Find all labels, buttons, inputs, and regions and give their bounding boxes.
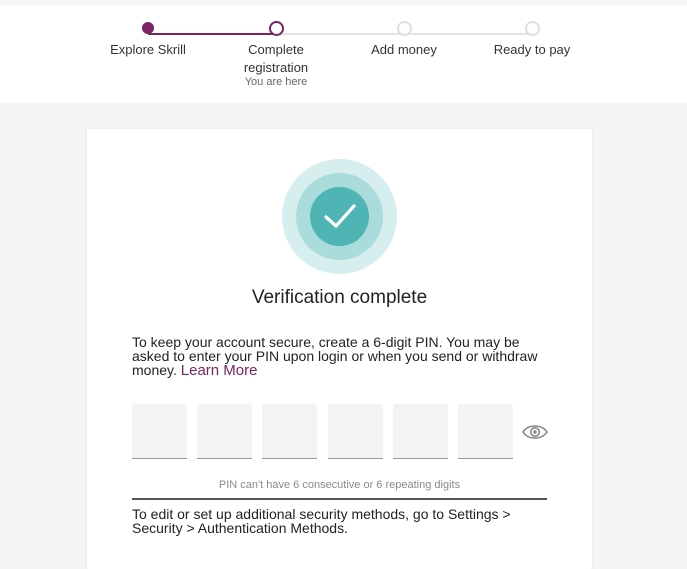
learn-more-link[interactable]: Learn More xyxy=(181,362,258,379)
pin-hint: PIN can't have 6 consecutive or 6 repeat… xyxy=(218,479,461,491)
pin-digit-input-1[interactable] xyxy=(132,404,187,459)
progress-line-completed xyxy=(148,33,276,35)
pin-digit-input-3[interactable] xyxy=(262,404,317,459)
step-pending-dot xyxy=(396,20,412,36)
pin-digit-input-4[interactable] xyxy=(328,404,383,459)
step-current-indicator: You are here xyxy=(244,76,308,88)
security-settings-note: To edit or set up additional security me… xyxy=(132,506,511,536)
progress-header: Explore Skrill Complete registration You… xyxy=(0,5,687,103)
pin-instructions: To keep your account secure, create a 6-… xyxy=(132,335,552,378)
checkmark-icon xyxy=(324,204,356,228)
page-title: Verification complete xyxy=(251,287,428,308)
step-current-dot xyxy=(268,20,284,36)
step-label: Explore Skrill xyxy=(110,42,186,57)
divider xyxy=(132,498,547,500)
step-label: Complete registration xyxy=(243,42,309,75)
pin-digit-input-6[interactable] xyxy=(458,404,513,459)
success-badge-core xyxy=(310,187,369,246)
success-badge xyxy=(282,159,397,274)
eye-icon[interactable] xyxy=(521,422,549,442)
success-badge-ring xyxy=(296,173,383,260)
step-pending-dot xyxy=(524,20,540,36)
step-done-dot xyxy=(142,22,154,34)
pin-digit-input-5[interactable] xyxy=(393,404,448,459)
verification-card: Verification complete To keep your accou… xyxy=(87,129,592,569)
step-label: Ready to pay xyxy=(493,42,571,57)
pin-digit-input-2[interactable] xyxy=(197,404,252,459)
step-label: Add money xyxy=(371,42,437,57)
